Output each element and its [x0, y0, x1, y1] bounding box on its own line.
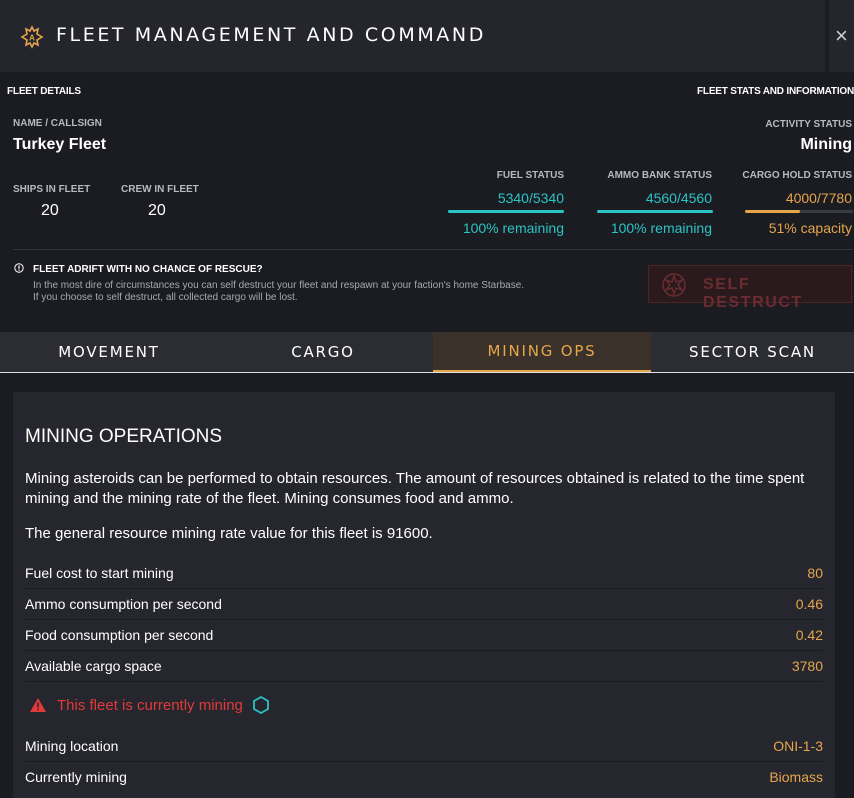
ammo-bar-fill [597, 210, 713, 213]
cargo-value: 4000/7780 [785, 190, 852, 206]
food-consumption-value: 0.42 [795, 627, 823, 643]
row-divider [25, 619, 823, 620]
currently-mining-label: Currently mining [25, 769, 127, 785]
fleet-name: Turkey Fleet [13, 136, 107, 153]
cargo-bar-fill [745, 210, 801, 213]
ammo-consumption-value: 0.46 [795, 596, 823, 612]
cargo-space-value: 3780 [791, 658, 823, 674]
fleet-stats-header: FLEET STATS AND INFORMATION [697, 86, 854, 97]
window-title: FLEET MANAGEMENT AND COMMAND [56, 24, 486, 46]
adrift-line-2: If you choose to self destruct, all coll… [33, 292, 298, 303]
adrift-title: FLEET ADRIFT WITH NO CHANCE OF RESCUE? [33, 264, 263, 275]
ships-label: SHIPS IN FLEET [13, 184, 91, 195]
svg-text:A: A [29, 34, 35, 43]
tab-movement[interactable]: MOVEMENT [0, 332, 218, 372]
fuel-status-label: FUEL STATUS [496, 170, 564, 181]
self-destruct-label: SELF DESTRUCT [703, 276, 803, 311]
ships-count: 20 [41, 202, 59, 219]
adrift-line-1: In the most dire of circumstances you ca… [33, 280, 525, 291]
row-divider [25, 650, 823, 651]
fuel-value: 5340/5340 [497, 190, 564, 206]
cargo-capacity: 51% capacity [768, 220, 852, 236]
tab-mining-ops[interactable]: MINING OPS [433, 332, 651, 372]
crew-label: CREW IN FLEET [121, 184, 199, 195]
mining-operations-panel: MINING OPERATIONS Mining asteroids can b… [13, 392, 835, 798]
crew-count: 20 [148, 202, 166, 219]
fuel-bar [448, 210, 564, 213]
mining-status: This fleet is currently mining [29, 695, 271, 715]
currently-mining-value: Biomass [769, 769, 823, 785]
row-divider [25, 761, 823, 762]
mining-description: Mining asteroids can be performed to obt… [25, 470, 805, 507]
self-destruct-button[interactable]: SELF DESTRUCT [648, 265, 852, 311]
fuel-remaining: 100% remaining [462, 220, 564, 236]
name-label: NAME / CALLSIGN [13, 118, 102, 129]
warning-icon [14, 263, 24, 273]
fuel-bar-fill [448, 210, 564, 213]
fleet-details-section: FLEET DETAILS FLEET STATS AND INFORMATIO… [0, 72, 854, 332]
tab-bar: MOVEMENT CARGO MINING OPS SECTOR SCAN [0, 332, 854, 372]
ammo-consumption-label: Ammo consumption per second [25, 596, 222, 612]
tab-sector-scan[interactable]: SECTOR SCAN [651, 332, 854, 372]
row-divider [25, 681, 823, 682]
ammo-status-label: AMMO BANK STATUS [607, 170, 712, 181]
row-divider [25, 588, 823, 589]
warning-icon [30, 698, 46, 712]
cargo-status-label: CARGO HOLD STATUS [742, 170, 852, 181]
hexagon-icon [253, 695, 269, 715]
title-bar: A FLEET MANAGEMENT AND COMMAND × [0, 0, 854, 72]
food-consumption-label: Food consumption per second [25, 627, 214, 643]
ammo-remaining: 100% remaining [610, 220, 712, 236]
ammo-bar [597, 210, 713, 213]
mining-location-value: ONI-1-3 [773, 738, 823, 754]
fuel-cost-value: 80 [807, 565, 823, 581]
fuel-cost-label: Fuel cost to start mining [25, 565, 174, 581]
explosion-icon [662, 273, 686, 297]
ammo-value: 4560/4560 [645, 190, 712, 206]
cargo-space-label: Available cargo space [25, 658, 162, 674]
mining-rate-text: The general resource mining rate value f… [25, 525, 433, 542]
mining-title: MINING OPERATIONS [25, 426, 223, 447]
tabs-underline [0, 372, 854, 373]
activity-status: Mining [800, 136, 852, 153]
adrift-description: In the most dire of circumstances you ca… [33, 280, 593, 304]
fleet-badge-icon: A [20, 25, 44, 49]
cargo-bar [745, 210, 853, 213]
fleet-details-header: FLEET DETAILS [7, 86, 81, 97]
close-icon[interactable]: × [835, 24, 854, 48]
activity-label: ACTIVITY STATUS [765, 119, 852, 130]
mining-location-label: Mining location [25, 738, 119, 754]
details-divider [13, 249, 853, 250]
tab-cargo[interactable]: CARGO [214, 332, 432, 372]
mining-status-text: This fleet is currently mining [57, 696, 243, 714]
title-divider [825, 0, 829, 72]
